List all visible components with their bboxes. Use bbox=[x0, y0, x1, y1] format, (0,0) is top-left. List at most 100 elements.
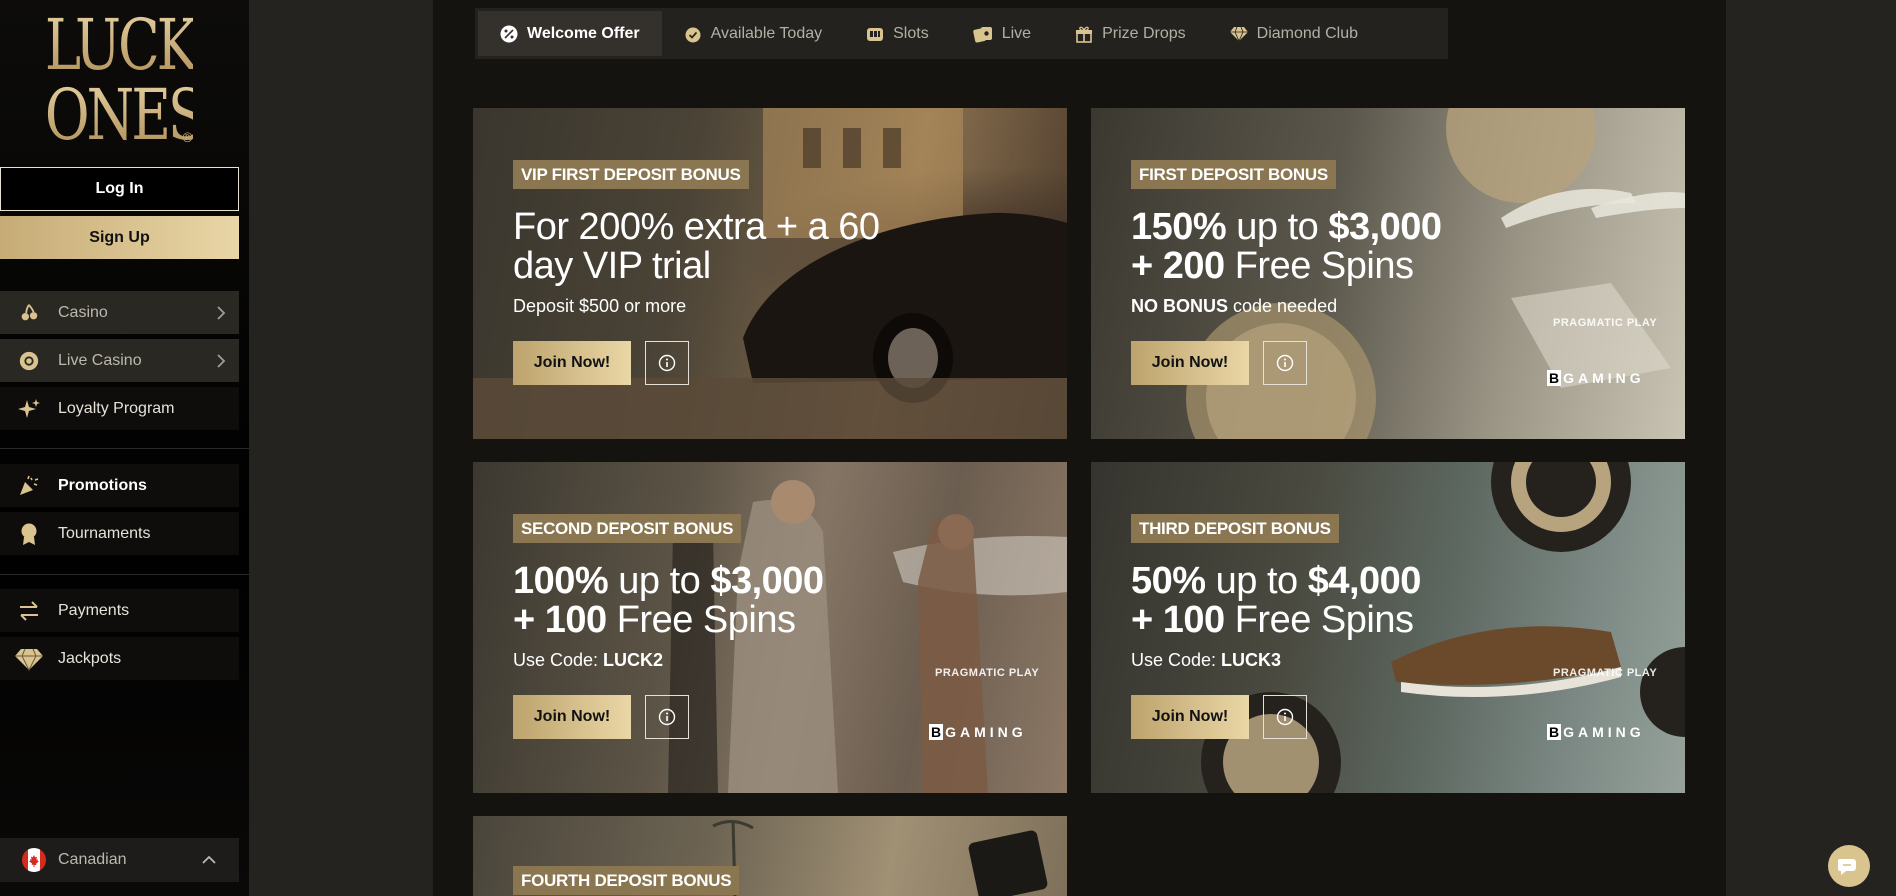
chip-icon bbox=[0, 350, 58, 372]
bgaming-logo: B GAMING bbox=[1547, 724, 1645, 740]
join-now-button[interactable]: Join Now! bbox=[1131, 341, 1249, 385]
bonus-code: LUCK2 bbox=[603, 650, 664, 670]
bonus-percent: 50% bbox=[1131, 560, 1206, 602]
tab-diamond-club[interactable]: Diamond Club bbox=[1208, 11, 1380, 56]
tab-slots[interactable]: Slots bbox=[844, 11, 951, 56]
brand-logo[interactable]: LUCKY ONES ® bbox=[24, 4, 229, 150]
language-label: Canadian bbox=[58, 851, 127, 868]
tab-live[interactable]: Live bbox=[951, 11, 1053, 56]
sparkle-icon bbox=[0, 397, 58, 421]
pragmatic-play-logo: PRAGMATIC PLAY bbox=[935, 667, 1040, 679]
pragmatic-play-logo: PRAGMATIC PLAY bbox=[1553, 667, 1658, 679]
tab-label: Diamond Club bbox=[1256, 24, 1359, 42]
join-now-button[interactable]: Join Now! bbox=[1131, 695, 1249, 739]
free-spins-count: + 200 bbox=[1131, 245, 1225, 287]
bonus-badge: SECOND DEPOSIT BONUS bbox=[513, 514, 742, 543]
divider bbox=[0, 574, 249, 575]
bgaming-text: GAMING bbox=[1563, 724, 1645, 740]
info-icon bbox=[1276, 708, 1294, 726]
headline-text: Free Spins bbox=[606, 599, 796, 641]
free-spins-count: + 100 bbox=[1131, 599, 1225, 641]
canada-flag-icon bbox=[22, 848, 46, 872]
info-icon bbox=[658, 354, 676, 372]
tab-available-today[interactable]: Available Today bbox=[662, 11, 845, 56]
sub-text: Use Code: bbox=[1131, 650, 1222, 670]
sidebar-item-label: Casino bbox=[58, 303, 108, 321]
headline-text: up to bbox=[1205, 560, 1308, 602]
promo-card-first-deposit: FIRST DEPOSIT BONUS 150% up to $3,000 + … bbox=[1091, 108, 1685, 439]
signup-button[interactable]: Sign Up bbox=[0, 216, 239, 259]
bonus-headline: For 200% extra + a 60 day VIP trial bbox=[513, 208, 1033, 286]
info-icon bbox=[1276, 354, 1294, 372]
info-button[interactable] bbox=[1263, 695, 1307, 739]
bonus-amount: $4,000 bbox=[1307, 560, 1422, 602]
sidebar-item-tournaments[interactable]: Tournaments bbox=[0, 512, 239, 555]
bonus-amount: $3,000 bbox=[1328, 206, 1442, 248]
sidebar-item-label: Loyalty Program bbox=[58, 399, 175, 417]
sub-bold: NO BONUS bbox=[1131, 296, 1229, 316]
sidebar-item-label: Payments bbox=[58, 601, 130, 619]
sidebar-item-casino[interactable]: Casino bbox=[0, 291, 239, 334]
sidebar: LUCKY ONES ® Log In Sign Up Casino Live … bbox=[0, 0, 249, 896]
bgaming-logo: B GAMING bbox=[1547, 370, 1645, 386]
bonus-badge: FIRST DEPOSIT BONUS bbox=[1131, 160, 1336, 189]
sidebar-item-live-casino[interactable]: Live Casino bbox=[0, 339, 239, 382]
chat-bubble-icon bbox=[1838, 859, 1856, 875]
bonus-badge: FOURTH DEPOSIT BONUS bbox=[513, 866, 740, 895]
chevron-right-icon bbox=[203, 353, 239, 369]
transfer-arrows-icon bbox=[0, 600, 58, 622]
bonus-badge: THIRD DEPOSIT BONUS bbox=[1131, 514, 1339, 543]
logo-line-1: LUCKY bbox=[44, 4, 229, 86]
bonus-subtext: Use Code: LUCK3 bbox=[1131, 650, 1281, 671]
bonus-percent: 100% bbox=[513, 560, 609, 602]
bonus-headline: 50% up to $4,000 + 100 Free Spins bbox=[1131, 562, 1651, 640]
clock-check-icon bbox=[684, 25, 702, 43]
registered-mark: ® bbox=[181, 131, 194, 146]
bonus-subtext: NO BONUS code needed bbox=[1131, 296, 1337, 317]
headline-line-2: day VIP trial bbox=[513, 245, 711, 287]
headline-text: up to bbox=[608, 560, 711, 602]
promo-card-fourth-deposit: FOURTH DEPOSIT BONUS bbox=[473, 816, 1067, 896]
slot-machine-icon bbox=[866, 25, 884, 43]
diamond-icon bbox=[1229, 26, 1248, 42]
tab-label: Available Today bbox=[710, 24, 823, 42]
left-gutter bbox=[249, 0, 433, 896]
bonus-badge: VIP FIRST DEPOSIT BONUS bbox=[513, 160, 749, 189]
chevron-up-icon bbox=[179, 855, 239, 865]
diamond-icon bbox=[0, 647, 58, 671]
bonus-code: LUCK3 bbox=[1221, 650, 1282, 670]
language-selector[interactable]: Canadian bbox=[0, 838, 239, 882]
bgaming-logo: B GAMING bbox=[929, 724, 1027, 740]
headline-text: up to bbox=[1226, 206, 1329, 248]
join-now-button[interactable]: Join Now! bbox=[513, 341, 631, 385]
sub-text: Use Code: bbox=[513, 650, 604, 670]
sidebar-item-label: Live Casino bbox=[58, 351, 142, 369]
percent-badge-icon bbox=[500, 25, 518, 43]
bgaming-text: GAMING bbox=[945, 724, 1027, 740]
gift-icon bbox=[1075, 25, 1093, 43]
join-now-button[interactable]: Join Now! bbox=[513, 695, 631, 739]
chevron-right-icon bbox=[203, 305, 239, 321]
info-icon bbox=[658, 708, 676, 726]
tab-label: Slots bbox=[893, 24, 929, 42]
sidebar-item-label: Jackpots bbox=[58, 649, 122, 667]
login-button[interactable]: Log In bbox=[0, 167, 239, 211]
sidebar-item-label: Tournaments bbox=[58, 524, 151, 542]
tab-prize-drops[interactable]: Prize Drops bbox=[1053, 11, 1208, 56]
right-gutter bbox=[1726, 0, 1896, 896]
party-popper-icon bbox=[0, 474, 58, 498]
info-button[interactable] bbox=[645, 341, 689, 385]
sidebar-item-jackpots[interactable]: Jackpots bbox=[0, 637, 239, 680]
info-button[interactable] bbox=[1263, 341, 1307, 385]
live-chat-button[interactable] bbox=[1828, 845, 1870, 887]
divider bbox=[0, 448, 249, 449]
sidebar-item-loyalty-program[interactable]: Loyalty Program bbox=[0, 387, 239, 430]
info-button[interactable] bbox=[645, 695, 689, 739]
bonus-amount: $3,000 bbox=[710, 560, 824, 602]
promo-card-third-deposit: THIRD DEPOSIT BONUS 50% up to $4,000 + 1… bbox=[1091, 462, 1685, 793]
sidebar-item-payments[interactable]: Payments bbox=[0, 589, 239, 632]
tab-welcome-offer[interactable]: Welcome Offer bbox=[478, 11, 662, 56]
cherries-icon bbox=[0, 302, 58, 324]
sidebar-item-promotions[interactable]: Promotions bbox=[0, 464, 239, 507]
bonus-headline: 100% up to $3,000 + 100 Free Spins bbox=[513, 562, 1033, 640]
